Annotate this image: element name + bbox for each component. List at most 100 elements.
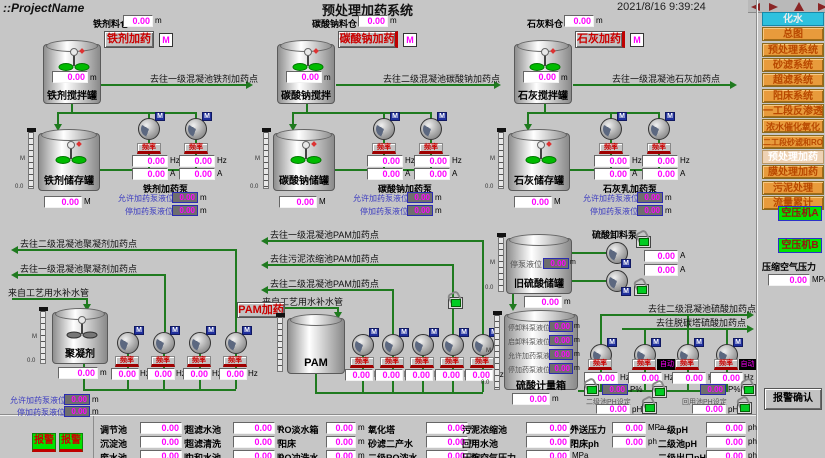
unlock-icon[interactable] [584,384,599,396]
freq-button[interactable]: 频率 [647,143,671,154]
freq-button[interactable]: 频率 [470,357,494,368]
nav-up-icon[interactable] [794,2,804,11]
freq-button[interactable]: 频率 [115,356,139,367]
nav-forward-icon[interactable] [769,3,778,11]
soda-dosing-button[interactable]: 碳酸钠加药 [338,31,398,48]
unlock-icon[interactable] [636,236,651,248]
alarm-ack-button[interactable]: 报警确认 [764,388,822,410]
freq-button[interactable]: 频率 [632,359,656,370]
pump-amp-field: 0.00 [367,168,403,180]
unlock-icon[interactable] [652,386,667,398]
stop-level-setpoint[interactable]: 0.00 [172,205,198,216]
freq-button[interactable]: 频率 [419,143,443,154]
freq-button[interactable]: 频率 [151,356,175,367]
dosing-pump-icon[interactable]: M [138,118,160,140]
freq-button[interactable]: 频率 [599,143,623,154]
scale-label: 0.0 [481,380,489,386]
soda-mix-level-field: 0.00 [286,71,322,83]
acid-speed-setpoint[interactable]: 0.00 [700,384,726,395]
unload-pump-icon[interactable]: M [606,270,628,292]
dosing-pump-icon[interactable]: M [420,118,442,140]
sidebar-item-ultrafiltration[interactable]: 超滤系统 [762,73,824,87]
lime-auto-m-button[interactable]: M [630,33,644,47]
iron-dosing-button[interactable]: 铁剂加药 [104,31,154,48]
ph-setpoint-field[interactable]: 0.00 [692,404,726,414]
allow-level-setpoint[interactable]: 0.00 [64,394,90,405]
dosing-pump-icon[interactable]: M [189,332,211,354]
ph-setpoint-field[interactable]: 0.00 [596,404,630,414]
sidebar-item-overview[interactable]: 总图 [762,27,824,41]
compressor-a-button[interactable]: 空压机A [778,206,822,221]
stop-level-setpoint[interactable]: 0.00 [407,205,433,216]
compressor-b-button[interactable]: 空压机B [778,238,822,253]
unlock-icon[interactable] [634,284,649,296]
freq-button[interactable]: 频率 [187,356,211,367]
unload-pump-icon[interactable]: M [606,242,628,264]
motor-chip: M [155,112,165,121]
allow-level-setpoint[interactable]: 0.00 [172,192,198,203]
freq-button[interactable]: 频率 [380,357,404,368]
freq-button[interactable]: 频率 [137,143,161,154]
lime-dosing-button[interactable]: 石灰加药 [575,31,625,48]
dosing-pump-icon[interactable]: M [600,118,622,140]
dosing-pump-icon[interactable]: M [382,334,404,356]
freq-button[interactable]: 频率 [184,143,208,154]
level-scale [498,131,504,189]
dosing-pump-icon[interactable]: M [648,118,670,140]
freq-button[interactable]: 频率 [714,359,738,370]
sidebar-item-pretreatment-dosing[interactable]: 预处理加药 [762,150,824,164]
alarm-button[interactable]: 报警 [32,433,56,452]
dosing-pump-icon[interactable]: M [225,332,247,354]
dosing-pump-icon[interactable]: M [373,118,395,140]
meter-setpoint[interactable]: 0.00 [549,321,573,332]
freq-button[interactable]: 频率 [223,356,247,367]
freq-button[interactable]: 频率 [675,359,699,370]
dosing-pump-icon[interactable]: M [352,334,374,356]
acid-speed-setpoint[interactable]: 0.00 [602,384,628,395]
meter-setpoint[interactable]: 0.00 [549,349,573,360]
stop-level-setpoint[interactable]: 0.00 [64,406,90,417]
dosing-pump-icon[interactable]: M [412,334,434,356]
allow-level-setpoint[interactable]: 0.00 [637,192,663,203]
stop-level-setpoint[interactable]: 0.00 [637,205,663,216]
unlock-icon[interactable] [737,402,752,414]
soda-auto-m-button[interactable]: M [403,33,417,47]
lime-mix-tank-label: 石灰搅拌罐 [515,87,571,102]
auto-mode-badge[interactable]: 自动 [739,359,756,370]
air-pressure-label: 压缩空气压力 [762,260,816,273]
dosing-pump-icon[interactable]: M [185,118,207,140]
unlock-icon[interactable] [642,402,657,414]
sidebar-item-concentrate-oxidation[interactable]: 浓水催化氧化 [762,119,824,133]
freq-button[interactable]: 频率 [588,359,612,370]
allow-level-setpoint[interactable]: 0.00 [407,192,433,203]
nav-extra-icon[interactable] [818,3,825,11]
sidebar-item-chemical-water[interactable]: 化水 [762,12,824,26]
bottom-level-field: 0.00 [140,422,182,434]
old-acid-stop-setpoint[interactable]: 0.00 [543,258,569,269]
iron-auto-m-button[interactable]: M [159,33,173,47]
sidebar-item-pretreatment-system[interactable]: 预处理系统 [762,43,824,57]
unit-label: Hz [452,156,462,165]
scale-label: 0.0 [485,184,493,190]
unlock-icon[interactable] [448,297,463,309]
dosing-pump-icon[interactable]: M [442,334,464,356]
sidebar-item-sand-filter[interactable]: 砂滤系统 [762,58,824,72]
unit-label: A [680,169,685,178]
auto-mode-badge[interactable]: 自动 [657,359,677,370]
freq-button[interactable]: 频率 [350,357,374,368]
sidebar-item-membrane-dosing[interactable]: 膜处理加药 [762,165,824,179]
sidebar-item-stage1-ro[interactable]: 一工段反渗透 [762,104,824,118]
meter-setpoint[interactable]: 0.00 [549,335,573,346]
dosing-pump-icon[interactable]: M [117,332,139,354]
alarm-button[interactable]: 报警 [59,433,83,452]
sidebar-item-stage2-sand-ro[interactable]: 二工段砂滤和RO [762,135,824,149]
unlock-icon[interactable] [741,384,756,396]
meter-setpoint[interactable]: 0.00 [549,363,573,374]
motor-chip: M [621,259,631,268]
freq-button[interactable]: 频率 [410,357,434,368]
sidebar-item-cation-bed[interactable]: 阳床系统 [762,89,824,103]
sidebar-item-sludge-treatment[interactable]: 污泥处理 [762,181,824,195]
freq-button[interactable]: 频率 [440,357,464,368]
freq-button[interactable]: 频率 [372,143,396,154]
dosing-pump-icon[interactable]: M [153,332,175,354]
